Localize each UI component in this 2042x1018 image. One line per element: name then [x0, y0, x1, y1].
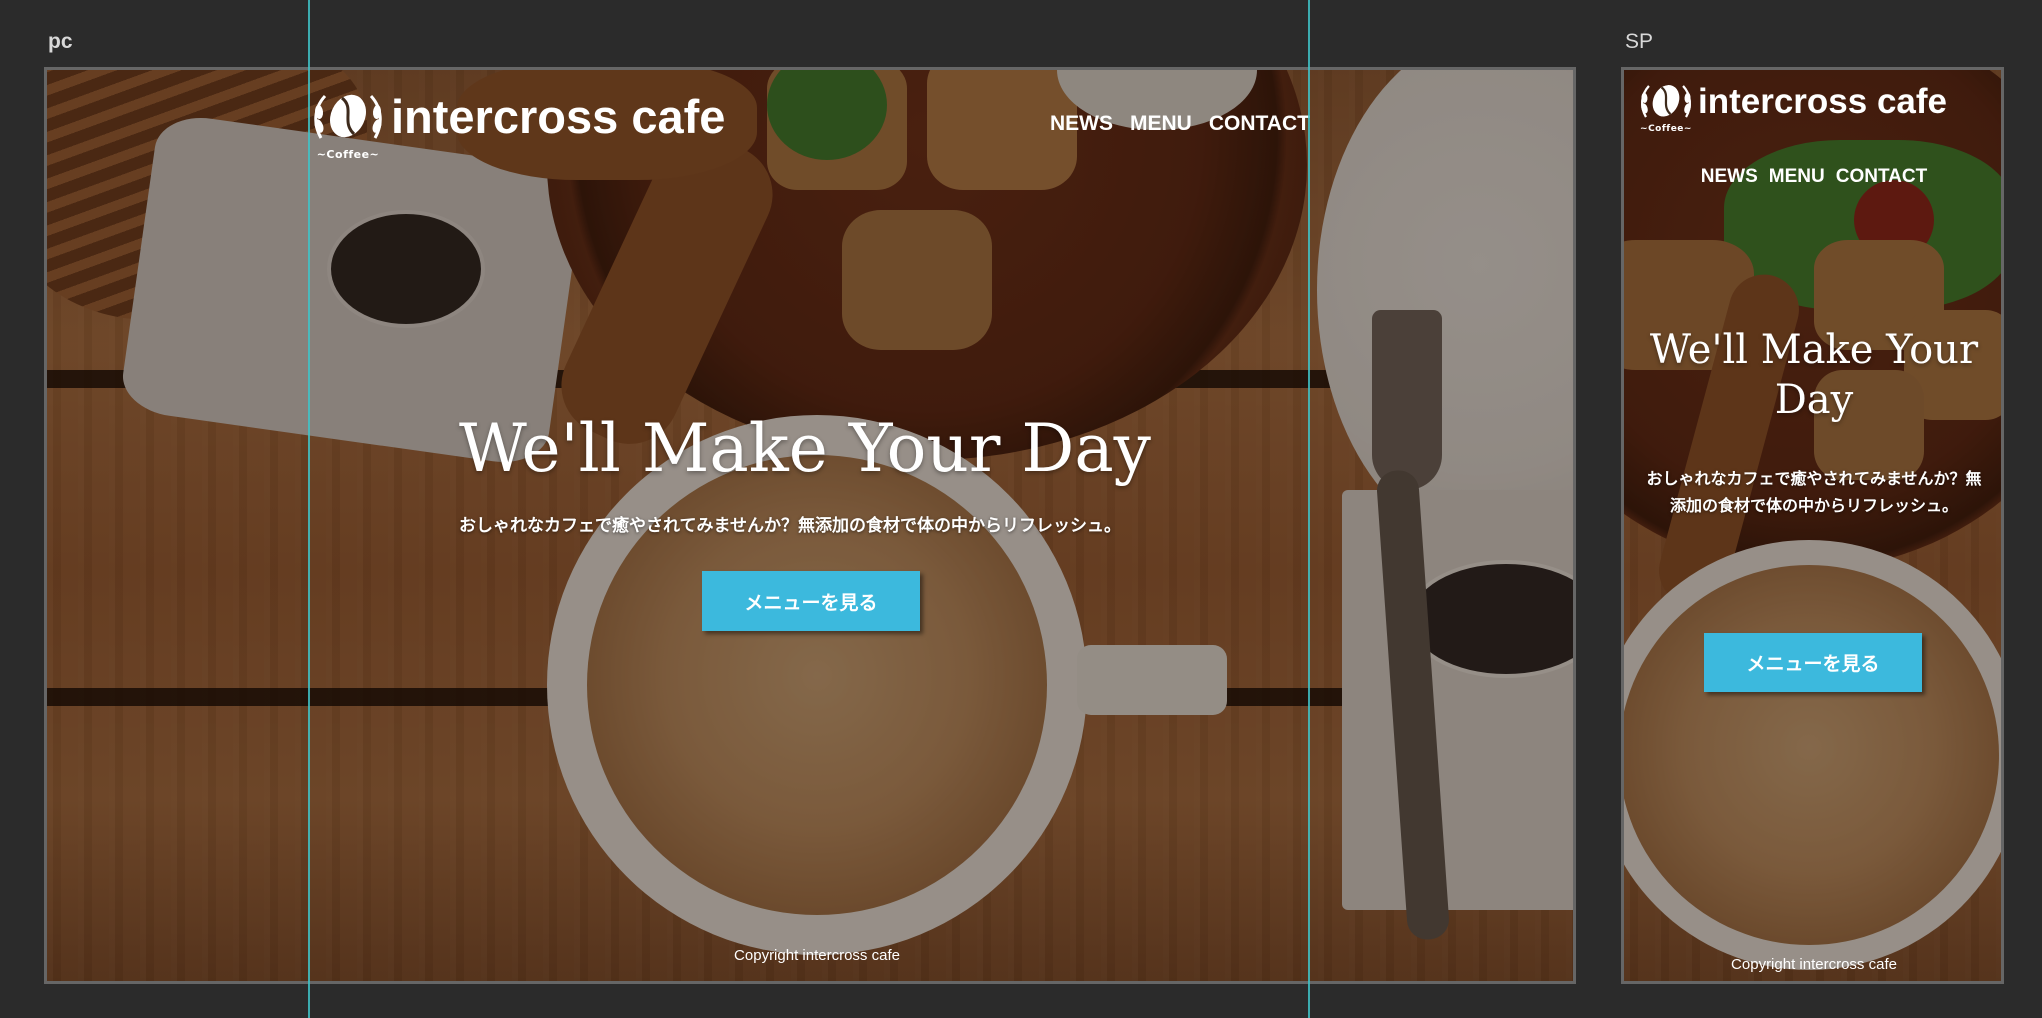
layout-guide-right — [1308, 0, 1310, 1018]
sp-nav-link-menu[interactable]: MENU — [1769, 166, 1825, 188]
hero-headline: We'll Make Your Day — [459, 410, 1151, 487]
sp-view-menu-button[interactable]: メニューを見る — [1704, 633, 1922, 692]
logo-subtitle: ~Coffee~ — [316, 148, 380, 161]
global-nav: NEWS MENU CONTACT — [1050, 112, 1310, 136]
nav-link-contact[interactable]: CONTACT — [1209, 112, 1310, 136]
sp-hero-lead: おしゃれなカフェで癒やされてみませんか？無添加の食材で体の中からリフレッシュ。 — [1646, 469, 1982, 515]
sp-logo-subtitle: ~Coffee~ — [1640, 124, 1692, 134]
logo-emblem: ~Coffee~ — [311, 88, 385, 161]
brand-name: intercross cafe — [391, 90, 726, 143]
sp-logo-emblem: ~Coffee~ — [1638, 80, 1694, 134]
sp-global-nav: NEWS MENU CONTACT — [1624, 166, 2001, 188]
hero-lead: おしゃれなカフェで癒やされてみませんか？無添加の食材で体の中からリフレッシュ。 — [459, 516, 1121, 536]
sp-nav-link-contact[interactable]: CONTACT — [1836, 166, 1927, 188]
nav-link-menu[interactable]: MENU — [1130, 112, 1192, 136]
coffee-bean-icon — [314, 94, 382, 139]
layout-guide-left — [308, 0, 310, 1018]
sp-hero-headline: We'll Make Your Day — [1649, 327, 1979, 423]
brand-logo[interactable]: ~Coffee~ intercross cafe — [311, 88, 725, 161]
pc-artboard: ~Coffee~ intercross cafe NEWS MENU CONTA… — [44, 67, 1576, 984]
copyright-text: Copyright intercross cafe — [734, 947, 900, 964]
sp-brand-logo[interactable]: ~Coffee~ intercross cafe — [1638, 80, 1947, 134]
view-menu-button[interactable]: メニューを見る — [702, 571, 920, 631]
artboard-label-sp: SP — [1625, 30, 1654, 53]
artboard-label-pc: pc — [48, 30, 73, 53]
sp-copyright-text: Copyright intercross cafe — [1731, 956, 1897, 973]
sp-nav-link-news[interactable]: NEWS — [1701, 166, 1758, 188]
sp-coffee-bean-icon — [1641, 85, 1691, 118]
sp-artboard: ~Coffee~ intercross cafe NEWS MENU CONTA… — [1621, 67, 2004, 984]
sp-brand-name: intercross cafe — [1698, 82, 1948, 121]
nav-link-news[interactable]: NEWS — [1050, 112, 1113, 136]
